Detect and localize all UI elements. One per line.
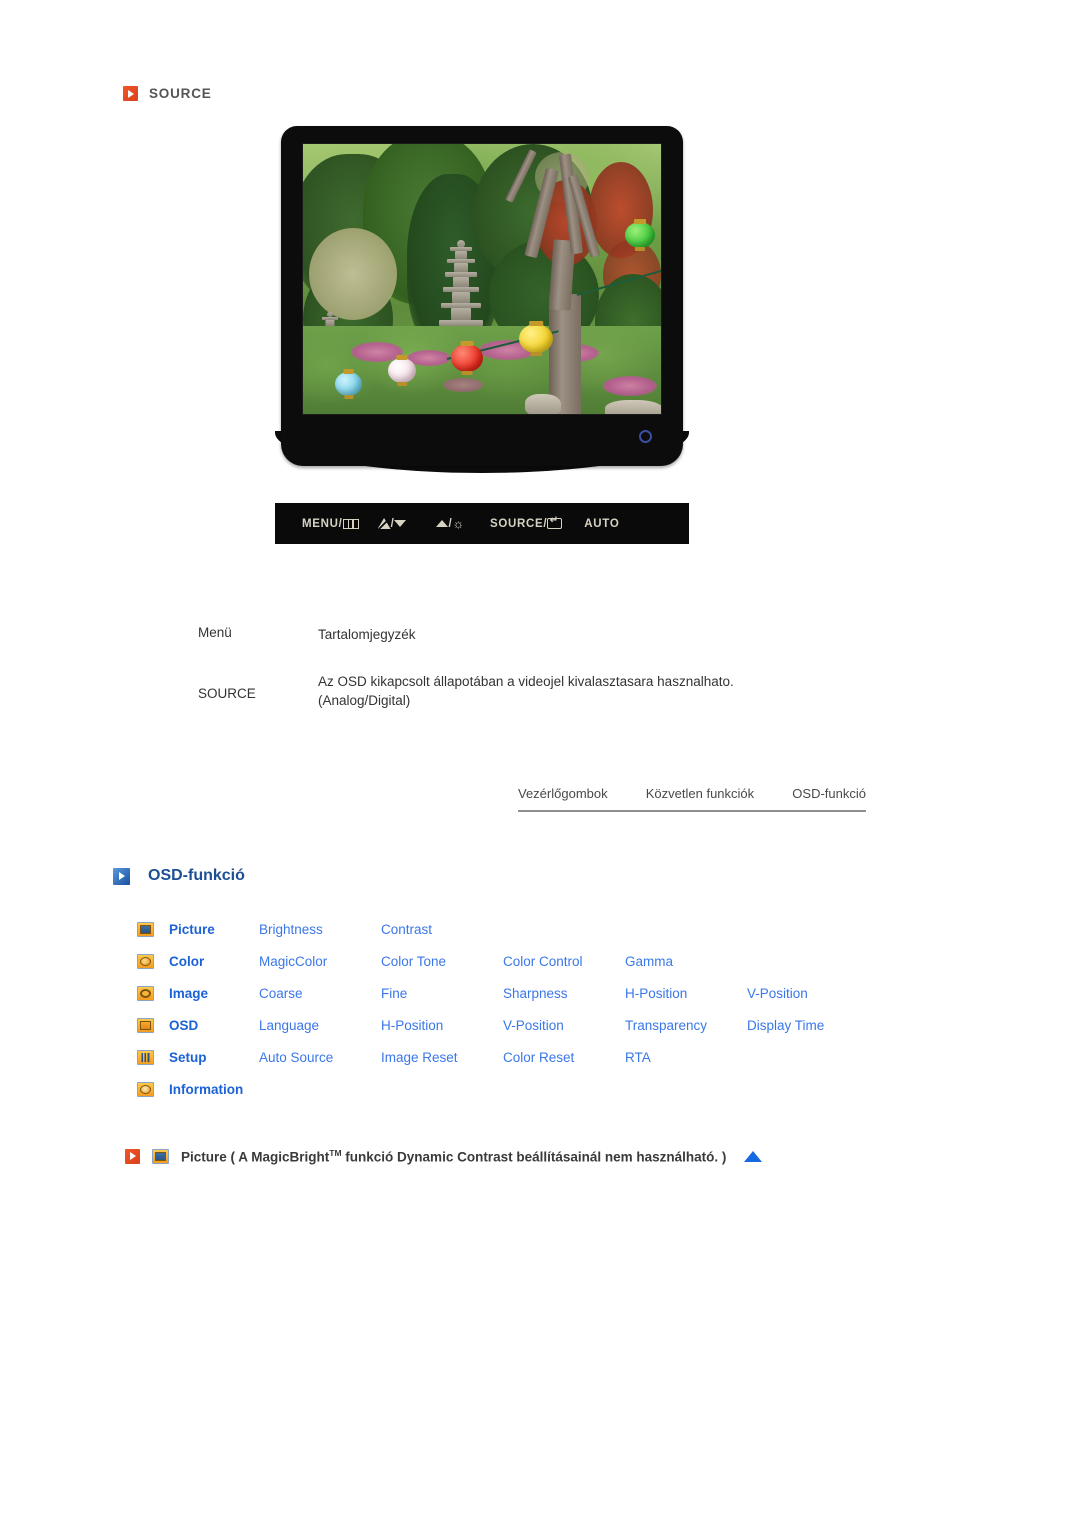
osd-item-h-position-image[interactable]: H-Position <box>625 986 747 1001</box>
osd-item-color-reset[interactable]: Color Reset <box>503 1050 625 1065</box>
monitor-product-image <box>275 126 689 546</box>
osd-category-color[interactable]: Color <box>137 953 259 969</box>
osd-category-information-label: Information <box>169 1081 244 1097</box>
row-description-line-2: (Analog/Digital) <box>318 693 411 709</box>
tab-direct-functions[interactable]: Közvetlen funkciók <box>646 786 754 801</box>
osd-item-magiccolor[interactable]: MagicColor <box>259 954 381 969</box>
footer-note-text-after: funkció Dynamic Contrast beállításainál … <box>341 1149 727 1165</box>
image-icon <box>137 985 154 1001</box>
osd-item-v-position-image[interactable]: V-Position <box>747 986 869 1001</box>
row-description: Az OSD kikapcsolt állapotában a videojel… <box>318 672 898 711</box>
osd-item-brightness[interactable]: Brightness <box>259 922 381 937</box>
menu-box-icon <box>342 518 359 529</box>
osd-item-gamma[interactable]: Gamma <box>625 954 747 969</box>
osd-item-auto-source[interactable]: Auto Source <box>259 1050 381 1065</box>
osd-row-osd: OSD Language H-Position V-Position Trans… <box>137 1009 937 1041</box>
osd-item-language[interactable]: Language <box>259 1018 381 1033</box>
control-button-auto-label: AUTO <box>584 517 620 530</box>
source-heading-label: SOURCE <box>149 86 212 101</box>
row-menu-name: SOURCE <box>198 685 256 701</box>
osd-icon <box>137 1017 154 1033</box>
monitor-screen <box>302 143 662 415</box>
orange-play-bullet-icon <box>123 86 138 101</box>
osd-row-setup: Setup Auto Source Image Reset Color Rese… <box>137 1041 937 1073</box>
screen-photo-garden <box>303 144 661 414</box>
tab-control-buttons[interactable]: Vezérlőgombok <box>518 786 608 801</box>
monitor-bezel <box>281 126 683 466</box>
osd-item-image-reset[interactable]: Image Reset <box>381 1050 503 1065</box>
blue-power-led <box>639 430 652 443</box>
osd-row-information: Information <box>137 1073 937 1105</box>
chevron-down-icon <box>394 520 407 527</box>
osd-item-transparency[interactable]: Transparency <box>625 1018 747 1033</box>
osd-function-grid: Picture Brightness Contrast Color MagicC… <box>137 913 937 1105</box>
control-button-up-brightness[interactable]: / ☼ <box>436 517 465 530</box>
lantern-green <box>625 222 655 248</box>
osd-item-v-position-osd[interactable]: V-Position <box>503 1018 625 1033</box>
lantern-white-pink <box>388 358 416 383</box>
footer-note-text: Picture ( A MagicBrightTM funkció Dynami… <box>181 1148 726 1165</box>
osd-item-h-position-osd[interactable]: H-Position <box>381 1018 503 1033</box>
osd-item-display-time[interactable]: Display Time <box>747 1018 869 1033</box>
osd-category-setup[interactable]: Setup <box>137 1049 259 1065</box>
osd-item-rta[interactable]: RTA <box>625 1050 747 1065</box>
enter-icon <box>547 515 563 529</box>
control-button-magicbright-down[interactable]: / <box>377 518 407 530</box>
osd-row-picture: Picture Brightness Contrast <box>137 913 937 945</box>
osd-category-color-label: Color <box>169 953 205 969</box>
control-button-source-label: SOURCE/ <box>490 517 548 530</box>
source-section-heading: SOURCE <box>123 86 212 101</box>
footer-note-text-before: Picture ( A MagicBright <box>181 1149 330 1165</box>
osd-category-setup-label: Setup <box>169 1049 207 1065</box>
osd-category-image-label: Image <box>169 985 209 1001</box>
table-row: SOURCE Az OSD kikapcsolt állapotában a v… <box>198 672 898 711</box>
picture-icon <box>137 921 154 937</box>
magicbright-icon <box>377 518 391 529</box>
osd-heading-label: OSD-funkció <box>148 867 245 884</box>
osd-item-coarse[interactable]: Coarse <box>259 986 381 1001</box>
osd-row-image: Image Coarse Fine Sharpness H-Position V… <box>137 977 937 1009</box>
setup-icon <box>137 1049 154 1065</box>
section-tab-nav: Vezérlőgombok Közvetlen funkciók OSD-fun… <box>518 786 866 812</box>
osd-item-contrast[interactable]: Contrast <box>381 922 503 937</box>
brightness-sun-icon: ☼ <box>452 516 465 531</box>
osd-item-sharpness[interactable]: Sharpness <box>503 986 625 1001</box>
picture-icon <box>152 1148 169 1164</box>
osd-item-color-control[interactable]: Color Control <box>503 954 625 969</box>
lantern-yellow <box>519 324 553 353</box>
osd-category-osd[interactable]: OSD <box>137 1017 259 1033</box>
lantern-red <box>451 344 483 372</box>
osd-row-color: Color MagicColor Color Tone Color Contro… <box>137 945 937 977</box>
blue-play-bullet-icon <box>113 867 130 885</box>
osd-category-picture[interactable]: Picture <box>137 921 259 937</box>
color-icon <box>137 953 154 969</box>
control-button-menu-label: MENU/ <box>302 517 343 530</box>
osd-section-heading: OSD-funkció <box>113 867 245 885</box>
osd-category-picture-label: Picture <box>169 921 215 937</box>
trademark-symbol: TM <box>329 1148 342 1158</box>
header-menu: Menü <box>198 625 232 640</box>
osd-category-information[interactable]: Information <box>137 1081 259 1097</box>
monitor-control-button-bar: MENU/ / / ☼ SOURCE/ AUTO <box>275 503 689 544</box>
row-description-line-1: Az OSD kikapcsolt állapotában a videojel… <box>318 673 734 689</box>
control-button-auto[interactable]: AUTO <box>584 518 619 530</box>
osd-item-fine[interactable]: Fine <box>381 986 503 1001</box>
information-icon <box>137 1081 154 1097</box>
scroll-to-top-arrow-icon[interactable] <box>744 1150 763 1162</box>
table-header-row: Menü Tartalomjegyzék <box>198 625 898 645</box>
orange-play-bullet-icon <box>125 1148 140 1164</box>
footer-note: Picture ( A MagicBrightTM funkció Dynami… <box>125 1148 763 1165</box>
control-button-menu[interactable]: MENU/ <box>302 518 359 530</box>
lantern-blue <box>335 372 362 396</box>
tab-osd-function[interactable]: OSD-funkció <box>792 786 866 801</box>
osd-item-color-tone[interactable]: Color Tone <box>381 954 503 969</box>
tab-nav-divider <box>518 810 866 812</box>
osd-category-image[interactable]: Image <box>137 985 259 1001</box>
control-button-source-enter[interactable]: SOURCE/ <box>490 515 563 530</box>
osd-category-osd-label: OSD <box>169 1017 199 1033</box>
chevron-up-icon <box>436 520 449 527</box>
header-contents: Tartalomjegyzék <box>318 627 416 642</box>
menu-description-table: Menü Tartalomjegyzék SOURCE Az OSD kikap… <box>198 625 898 711</box>
